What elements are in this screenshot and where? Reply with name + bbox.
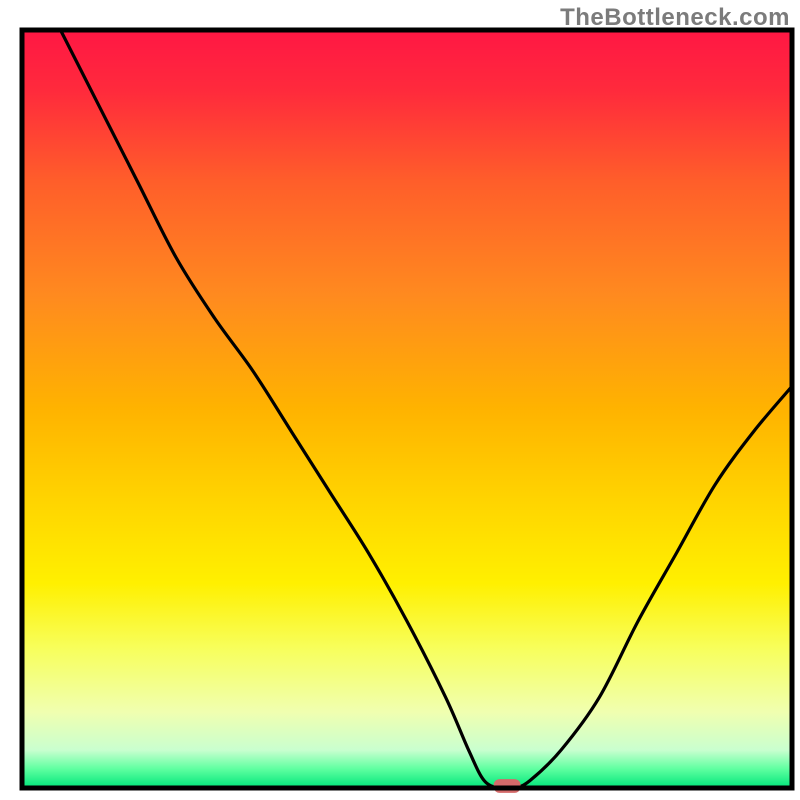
gradient-background [22, 30, 792, 788]
chart-container: TheBottleneck.com [0, 0, 800, 800]
plot-area [22, 30, 792, 793]
bottleneck-chart [0, 0, 800, 800]
watermark-text: TheBottleneck.com [560, 4, 790, 32]
